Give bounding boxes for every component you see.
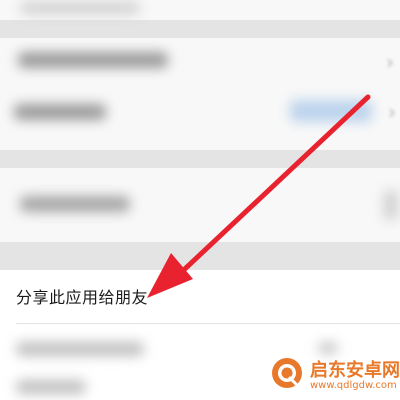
watermark-logo-icon bbox=[272, 358, 302, 388]
blurred-card-top bbox=[0, 0, 400, 20]
blurred-row-label bbox=[18, 52, 168, 68]
share-app-label: 分享此应用给朋友 bbox=[16, 288, 149, 307]
blurred-row-label bbox=[16, 342, 144, 356]
watermark-url: www.qdlgdw.com bbox=[310, 380, 397, 391]
blurred-row-label bbox=[14, 104, 106, 120]
chevron-right-icon: › bbox=[388, 100, 396, 124]
share-app-row[interactable]: 分享此应用给朋友 bbox=[0, 270, 400, 324]
blurred-toggle bbox=[384, 190, 398, 220]
blurred-card-account: › › bbox=[0, 38, 400, 150]
watermark: 启东安卓网 www.qdlgdw.com bbox=[268, 354, 400, 398]
blurred-row-label bbox=[16, 380, 86, 394]
blurred-settings-top: › › bbox=[0, 0, 400, 270]
blurred-icon bbox=[318, 342, 338, 354]
chevron-right-icon: › bbox=[386, 50, 394, 74]
blurred-row-label bbox=[20, 196, 130, 212]
watermark-title: 启东安卓网 bbox=[310, 360, 400, 381]
settings-screen: › › 分享此应用给朋友 启东安卓网 www.qdlgdw.com bbox=[0, 0, 400, 400]
blurred-card-option bbox=[0, 168, 400, 242]
blurred-badge bbox=[290, 100, 372, 122]
